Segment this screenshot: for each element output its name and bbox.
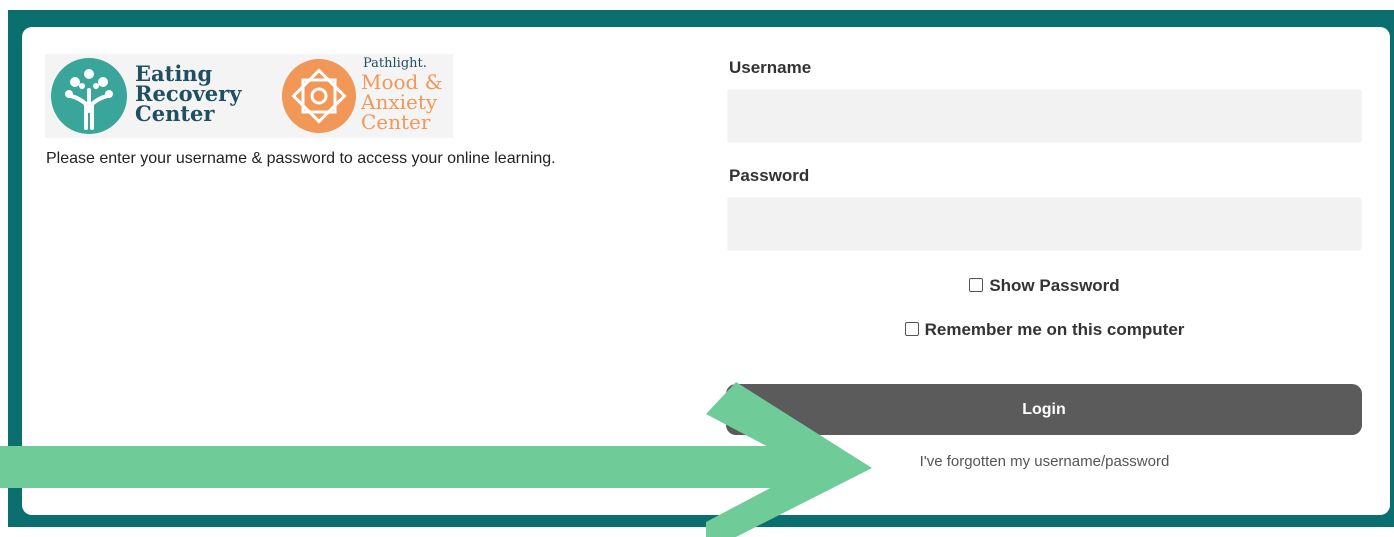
pml-line-1: Mood &: [361, 70, 443, 94]
logo-banner: Eating Recovery Center Pathlight. Mood &…: [45, 54, 453, 138]
remember-me-checkbox[interactable]: [904, 321, 919, 336]
show-password-label: Show Password: [989, 276, 1120, 295]
password-label: Password: [729, 166, 810, 185]
forgot-credentials-link[interactable]: I've forgotten my username/password: [727, 453, 1362, 470]
password-input[interactable]: [727, 197, 1362, 251]
pml-line-3: Center: [361, 110, 431, 134]
eating-recovery-center-logo: Eating Recovery Center: [45, 54, 275, 138]
mandala-icon: [282, 59, 356, 133]
remember-me-label: Remember me on this computer: [924, 320, 1185, 339]
tree-icon: [51, 58, 127, 134]
show-password-row[interactable]: Show Password: [727, 276, 1362, 296]
pathlight-brand: Pathlight.: [363, 56, 427, 71]
remember-me-row[interactable]: Remember me on this computer: [727, 320, 1362, 340]
pathlight-logo: Pathlight. Mood & Anxiety Center: [277, 54, 453, 138]
pml-line-2: Anxiety: [361, 90, 438, 114]
intro-text: Please enter your username & password to…: [46, 150, 556, 167]
login-button[interactable]: Login: [726, 384, 1362, 435]
show-password-checkbox[interactable]: [969, 277, 984, 292]
username-label: Username: [729, 58, 812, 77]
username-input[interactable]: [727, 89, 1362, 143]
erc-line-3: Center: [135, 101, 215, 126]
